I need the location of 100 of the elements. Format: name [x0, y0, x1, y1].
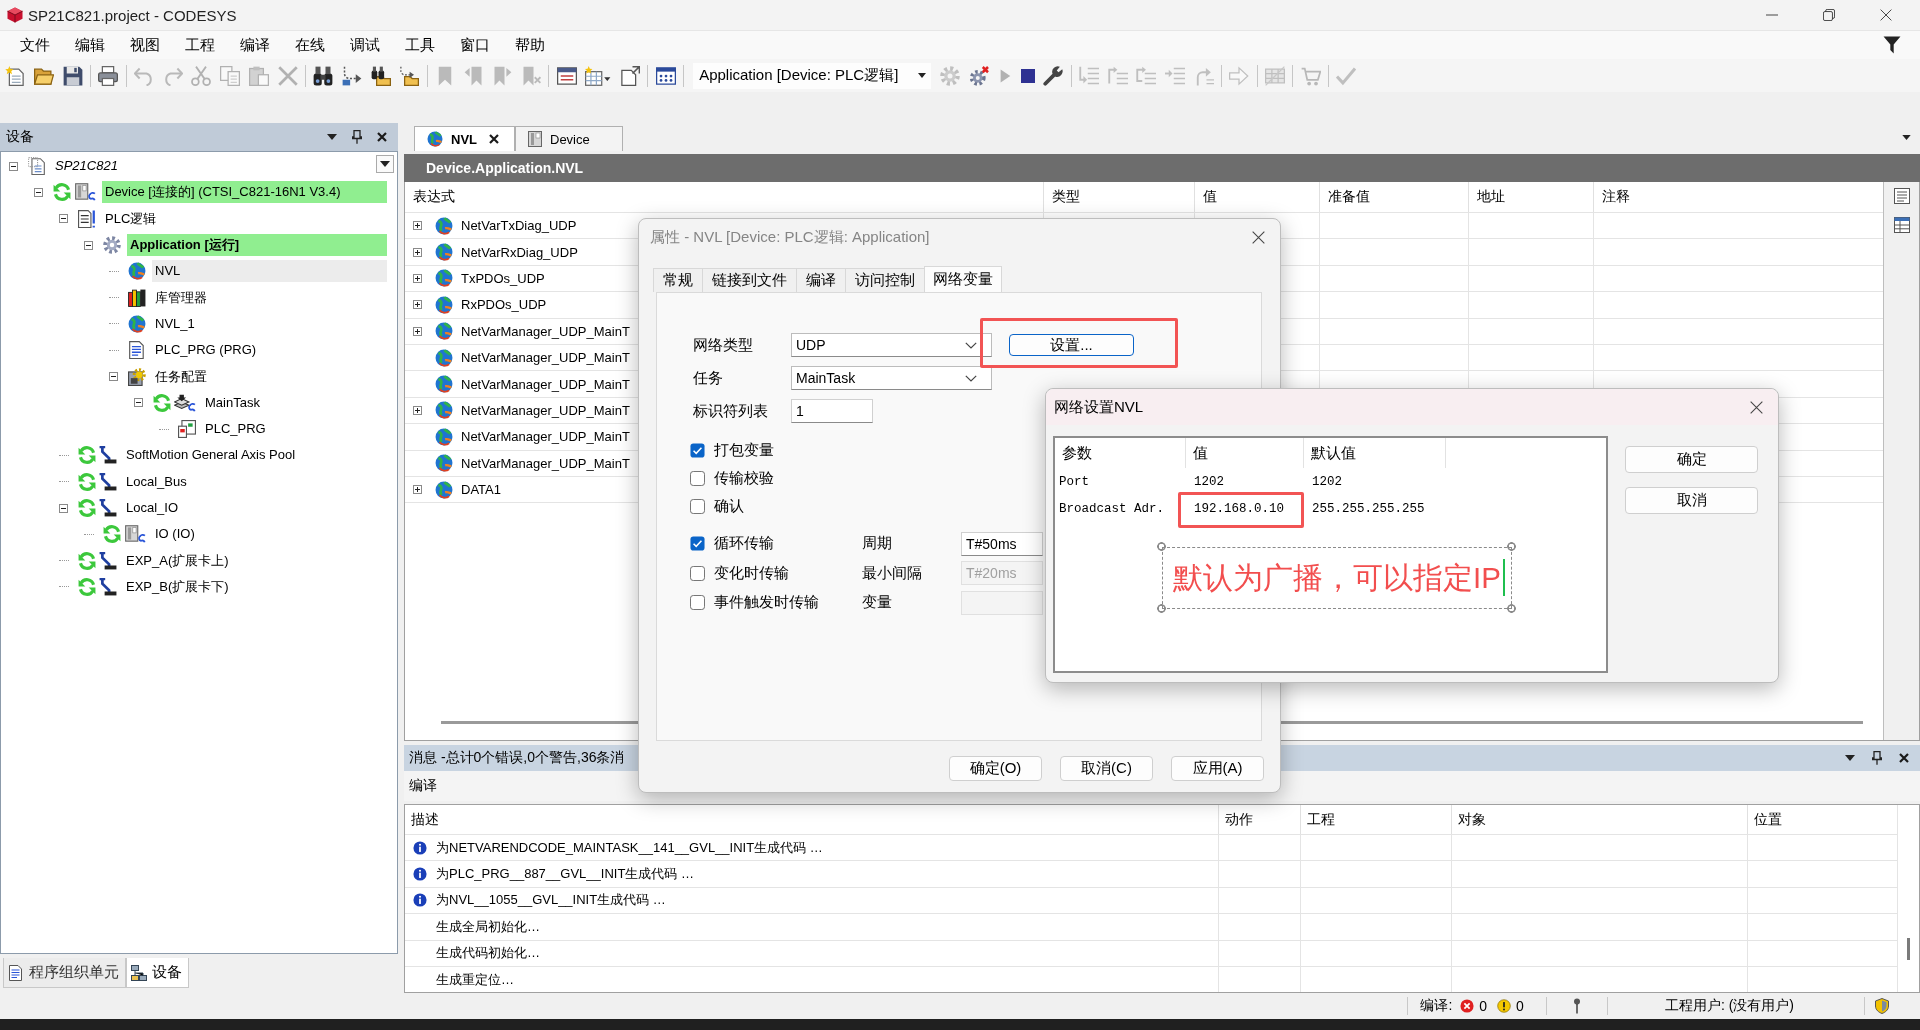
collapse-icon[interactable]	[34, 187, 43, 197]
collapse-icon[interactable]	[134, 398, 143, 408]
expand-icon[interactable]	[413, 247, 422, 257]
tree-item[interactable]: Application [运行]	[127, 234, 387, 257]
expand-icon[interactable]	[413, 273, 422, 283]
tree-item[interactable]: 任务配置	[152, 365, 210, 388]
binoculars-icon[interactable]	[313, 65, 334, 86]
application-selector[interactable]: Application [Device: PLC逻辑]	[693, 62, 932, 89]
tab[interactable]: 常规	[653, 268, 702, 292]
pin-icon[interactable]	[1572, 998, 1581, 1014]
close-icon[interactable]	[1750, 400, 1763, 414]
caret-down-icon[interactable]	[327, 134, 337, 140]
gear-cross-icon[interactable]	[969, 65, 990, 86]
wrench-icon[interactable]	[1043, 65, 1064, 86]
menu-item[interactable]: 工具	[392, 32, 447, 58]
pin-icon[interactable]	[352, 130, 362, 144]
close-icon[interactable]	[1252, 230, 1265, 244]
menu-item[interactable]: 编译	[227, 32, 282, 58]
tree-item[interactable]: NVL	[152, 260, 387, 283]
close-icon[interactable]	[489, 134, 499, 144]
pin-icon[interactable]	[1872, 751, 1882, 765]
menu-item[interactable]: 窗口	[447, 32, 502, 58]
new-file-icon[interactable]	[5, 65, 26, 86]
checkbox[interactable]	[690, 442, 705, 458]
expand-icon[interactable]	[413, 485, 422, 495]
close-icon[interactable]	[1879, 9, 1892, 21]
tree-item[interactable]: EXP_A(扩展卡上)	[123, 549, 232, 572]
print-icon[interactable]	[98, 65, 119, 86]
tree-item[interactable]: SoftMotion General Axis Pool	[123, 444, 299, 467]
replace-folder-icon[interactable]	[399, 65, 420, 86]
tree-item[interactable]: NVL_1	[152, 312, 198, 335]
expand-icon[interactable]	[413, 326, 422, 336]
table-dropdown-icon[interactable]	[585, 65, 612, 86]
collapse-icon[interactable]	[109, 372, 118, 381]
menu-item[interactable]: 在线	[282, 32, 337, 58]
dropdown-button[interactable]	[376, 155, 394, 173]
close-icon[interactable]	[377, 132, 387, 142]
collapse-icon[interactable]	[9, 161, 18, 171]
list-view-icon[interactable]	[1893, 188, 1910, 204]
table-view-icon[interactable]	[1893, 217, 1910, 233]
tab[interactable]: 编译	[796, 268, 845, 292]
restore-icon[interactable]	[1822, 9, 1835, 21]
tree-item[interactable]: Local_IO	[123, 497, 182, 519]
input-field[interactable]: T#50ms	[961, 531, 1043, 556]
menu-item[interactable]: 文件	[7, 32, 62, 58]
binoculars-folder-icon[interactable]	[370, 65, 391, 86]
checkbox[interactable]	[690, 470, 705, 486]
checkbox[interactable]	[690, 498, 705, 514]
menu-item[interactable]: 调试	[337, 32, 392, 58]
tree-item[interactable]: Local_Bus	[123, 470, 190, 493]
dialog-button[interactable]: 取消(C)	[1060, 756, 1153, 781]
caret-down-icon[interactable]	[1902, 134, 1911, 140]
menu-item[interactable]: 编辑	[62, 32, 117, 58]
editor-tab[interactable]: Device	[515, 126, 623, 151]
tree-item[interactable]: PLC逻辑	[102, 207, 160, 230]
collapse-icon[interactable]	[84, 240, 93, 250]
checkbox[interactable]	[690, 536, 705, 552]
dialog-button[interactable]: 取消	[1625, 487, 1758, 514]
close-icon[interactable]	[1899, 753, 1909, 763]
tab[interactable]: 网络变量	[924, 266, 1002, 292]
category-dropdown[interactable]: 编译	[409, 774, 629, 798]
stop-icon[interactable]	[1020, 68, 1035, 83]
collapse-icon[interactable]	[59, 503, 68, 513]
tree-item[interactable]: SP21C821	[52, 155, 121, 178]
filter-icon[interactable]	[1883, 36, 1901, 54]
network-type-dropdown[interactable]: UDP	[791, 333, 992, 357]
dialog-button[interactable]: 确定(O)	[949, 756, 1042, 781]
shield-icon[interactable]	[1875, 998, 1889, 1014]
tree-item[interactable]: IO (IO)	[152, 523, 198, 546]
open-folder-icon[interactable]	[34, 65, 55, 86]
tree-item[interactable]: Device [连接的] (CTSI_C821-16N1 V3.4)	[102, 181, 387, 204]
expand-icon[interactable]	[413, 300, 422, 310]
tree-item[interactable]: MainTask	[202, 391, 263, 414]
tree-item[interactable]: EXP_B(扩展卡下)	[123, 575, 232, 598]
tree-item[interactable]: 库管理器	[152, 286, 210, 309]
window-icon[interactable]	[556, 65, 577, 86]
tab[interactable]: 访问控制	[845, 268, 924, 292]
collapse-icon[interactable]	[59, 214, 68, 224]
tree-item[interactable]: PLC_PRG	[202, 418, 269, 441]
panel-tab[interactable]: 设备	[126, 958, 189, 988]
scrollbar-thumb[interactable]	[1907, 938, 1910, 960]
expand-icon[interactable]	[413, 221, 422, 231]
settings-button[interactable]: 设置...	[1009, 334, 1134, 356]
save-icon[interactable]	[62, 65, 83, 86]
tab[interactable]: 链接到文件	[702, 268, 796, 292]
expand-icon[interactable]	[413, 405, 422, 415]
caret-down-icon[interactable]	[1845, 755, 1855, 761]
task-dropdown[interactable]: MainTask	[791, 366, 992, 390]
menu-item[interactable]: 帮助	[502, 32, 557, 58]
tree-item[interactable]: PLC_PRG (PRG)	[152, 339, 260, 362]
menu-item[interactable]: 视图	[117, 32, 172, 58]
replace-icon[interactable]	[341, 65, 362, 86]
page-arrow-icon[interactable]	[620, 65, 641, 86]
menu-item[interactable]: 工程	[172, 32, 227, 58]
input-field[interactable]: 1	[791, 399, 873, 423]
panel-tab[interactable]: 程序组织单元	[3, 958, 126, 988]
dialog-button[interactable]: 确定	[1625, 446, 1758, 473]
editor-tab[interactable]: NVL	[414, 126, 515, 151]
grid-dots-icon[interactable]	[655, 65, 676, 86]
dialog-button[interactable]: 应用(A)	[1171, 756, 1264, 781]
